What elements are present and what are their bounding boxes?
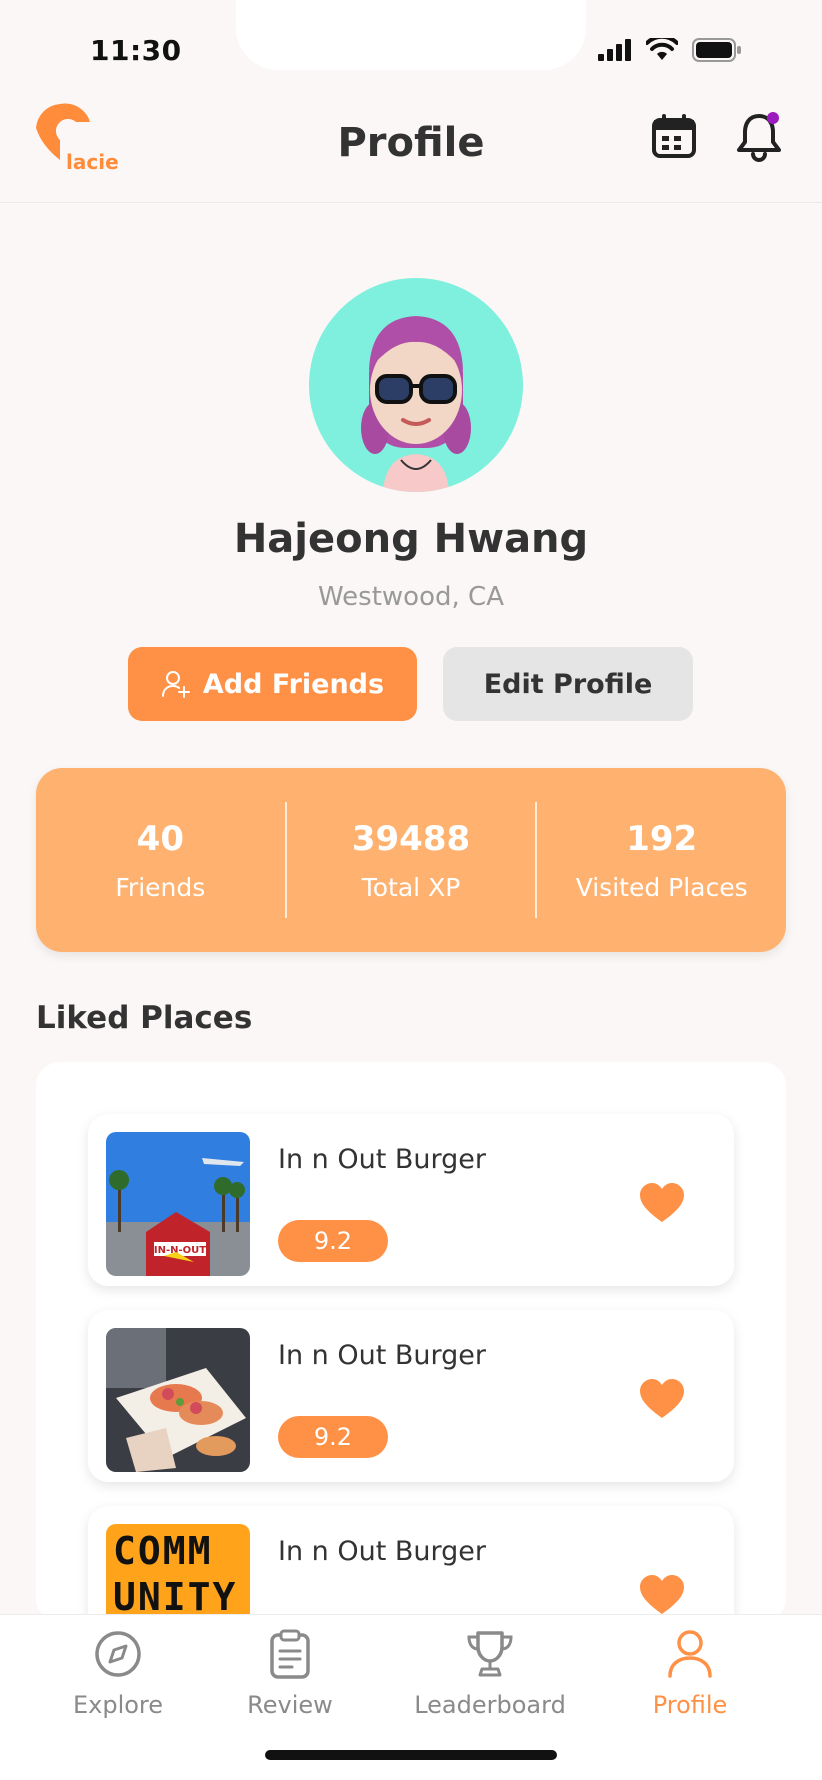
like-button[interactable] — [638, 1182, 686, 1228]
tab-label: Profile — [652, 1691, 728, 1719]
stat-label: Visited Places — [575, 872, 748, 902]
place-name: In n Out Burger — [278, 1340, 486, 1371]
place-thumbnail: IN-N-OUT — [106, 1132, 250, 1276]
tab-label: Review — [247, 1691, 333, 1719]
place-card[interactable]: In n Out Burger 9.2 — [88, 1310, 734, 1482]
page-title: Profile — [337, 120, 485, 166]
tab-explore[interactable]: Explore — [28, 1629, 208, 1719]
bell-icon — [737, 112, 781, 162]
tab-label: Leaderboard — [414, 1691, 566, 1719]
edit-profile-button[interactable]: Edit Profile — [443, 647, 693, 721]
notch — [236, 0, 586, 70]
calendar-icon — [652, 114, 696, 158]
place-card[interactable]: IN-N-OUT In n Out Burger 9.2 — [88, 1114, 734, 1286]
clipboard-icon — [270, 1629, 310, 1679]
place-name: In n Out Burger — [278, 1536, 486, 1567]
stat-total-xp[interactable]: 39488 Total XP — [287, 768, 536, 952]
tab-review[interactable]: Review — [200, 1629, 380, 1719]
heart-icon — [640, 1379, 684, 1418]
compass-icon — [95, 1631, 141, 1677]
stat-label: Total XP — [361, 872, 461, 902]
stat-visited-places[interactable]: 192 Visited Places — [537, 768, 786, 952]
heart-icon — [640, 1183, 684, 1222]
heart-icon — [640, 1575, 684, 1614]
add-user-icon — [161, 671, 190, 698]
notifications-button[interactable] — [735, 110, 785, 166]
profile-name: Hajeong Hwang — [233, 516, 589, 562]
status-icons — [598, 38, 742, 62]
rating-badge: 9.2 — [278, 1416, 388, 1458]
home-indicator — [265, 1750, 557, 1760]
avatar-illustration — [361, 316, 471, 492]
add-friends-label: Add Friends — [202, 668, 385, 700]
profile-location: Westwood, CA — [318, 582, 504, 612]
trophy-icon — [467, 1631, 513, 1677]
liked-places-title: Liked Places — [36, 1000, 253, 1036]
stat-value: 192 — [626, 818, 698, 859]
tab-label: Explore — [72, 1691, 164, 1719]
stat-value: 39488 — [351, 818, 471, 859]
battery-icon — [692, 38, 741, 62]
place-name: In n Out Burger — [278, 1144, 486, 1175]
calendar-button[interactable] — [650, 112, 698, 164]
stat-friends[interactable]: 40 Friends — [36, 768, 285, 952]
place-thumbnail — [106, 1328, 250, 1472]
stat-value: 40 — [136, 818, 184, 859]
add-friends-button[interactable]: Add Friends — [128, 647, 417, 721]
like-button[interactable] — [638, 1378, 686, 1424]
stat-label: Friends — [115, 872, 206, 902]
thumb-sign-text: COMM UNITY — [113, 1529, 238, 1619]
stats-card: 40 Friends 39488 Total XP 192 Visited Pl… — [36, 768, 786, 952]
status-bar: 11:30 — [0, 0, 822, 100]
tab-profile[interactable]: Profile — [600, 1629, 780, 1719]
wifi-icon — [646, 38, 678, 60]
signal-icon — [598, 39, 631, 61]
avatar[interactable] — [309, 278, 523, 492]
person-icon — [668, 1630, 712, 1678]
status-time: 11:30 — [90, 34, 182, 67]
tab-leaderboard[interactable]: Leaderboard — [400, 1629, 580, 1719]
app-header: lacie Profile — [0, 90, 822, 203]
liked-places-list: IN-N-OUT In n Out Burger 9.2 In n Out Bu… — [36, 1062, 786, 1678]
rating-badge: 9.2 — [278, 1220, 388, 1262]
edit-profile-label: Edit Profile — [483, 668, 653, 700]
